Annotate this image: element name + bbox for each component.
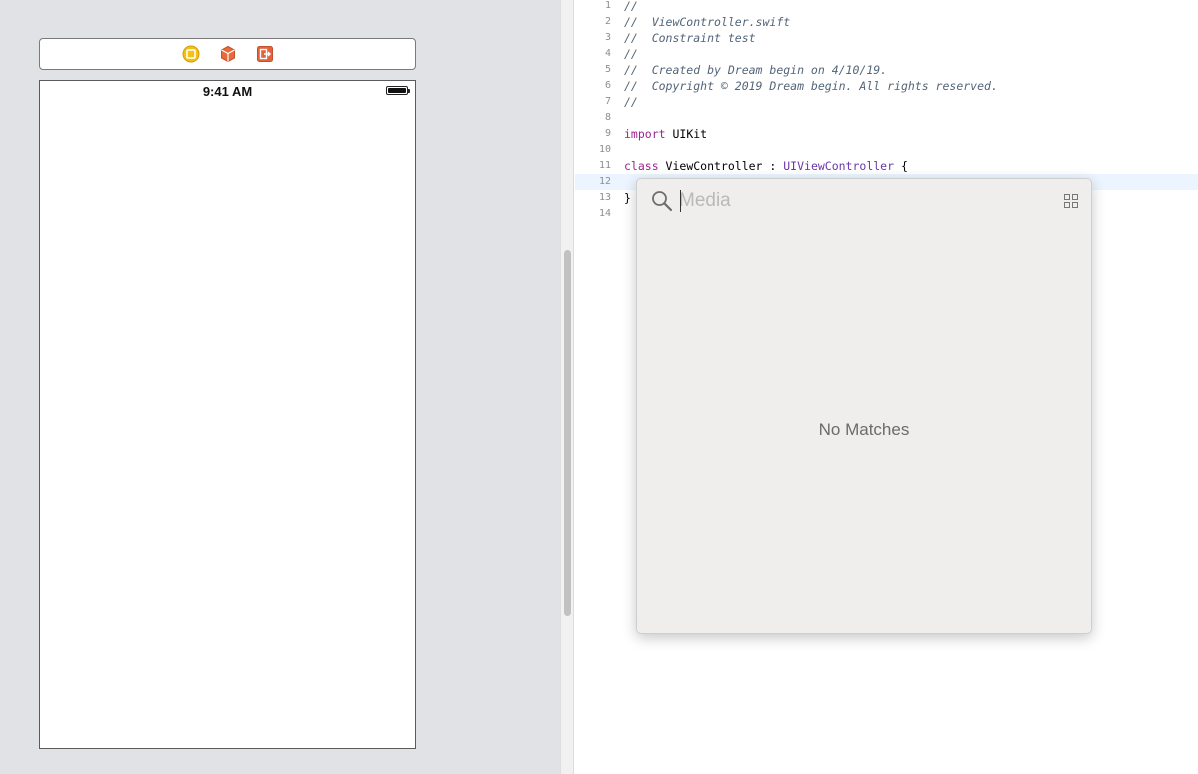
search-row — [637, 179, 1091, 223]
code-token-keyword: class — [624, 159, 659, 173]
media-library-popover: No Matches — [636, 178, 1092, 634]
code-text: // — [624, 46, 638, 62]
view-controller-icon[interactable] — [182, 45, 200, 63]
code-token-plain: ViewController : — [658, 159, 784, 173]
code-line[interactable]: 3 // Constraint test — [575, 30, 1198, 46]
line-number: 8 — [604, 112, 611, 123]
code-line[interactable]: 2 // ViewController.swift — [575, 14, 1198, 30]
line-number: 6 — [604, 80, 611, 91]
battery-icon — [386, 86, 410, 95]
canvas-scrollbar[interactable] — [560, 0, 574, 774]
line-number: 12 — [598, 176, 611, 187]
code-line[interactable]: 8 — [575, 110, 1198, 126]
code-token-comment: // ViewController.swift — [624, 15, 791, 29]
code-text: // Copyright © 2019 Dream begin. All rig… — [624, 78, 998, 94]
grid-view-icon[interactable] — [1064, 194, 1078, 208]
line-number: 13 — [598, 192, 611, 203]
code-token-comment: // — [624, 47, 638, 61]
code-token-keyword: import — [624, 127, 666, 141]
status-bar-time: 9:41 AM — [202, 84, 253, 99]
line-number: 4 — [604, 48, 611, 59]
code-token-plain: UIKit — [665, 127, 708, 141]
code-line[interactable]: 1 // — [575, 0, 1198, 14]
code-line[interactable]: 6 // Copyright © 2019 Dream begin. All ri… — [575, 78, 1198, 94]
code-text: // — [624, 94, 638, 110]
no-matches-message: No Matches — [818, 420, 910, 439]
code-token-plain: { — [894, 159, 908, 173]
line-number: 5 — [604, 64, 611, 75]
media-search-input[interactable] — [679, 187, 1039, 215]
code-text: import UIKit — [624, 126, 707, 142]
code-text: // Created by Dream begin on 4/10/19. — [624, 62, 887, 78]
code-line[interactable]: 7 // — [575, 94, 1198, 110]
code-token-plain: } — [624, 191, 631, 205]
code-text: class ViewController : UIViewController … — [624, 158, 908, 174]
code-text: // Constraint test — [624, 30, 756, 46]
code-text: // ViewController.swift — [624, 14, 790, 30]
exit-icon[interactable] — [256, 45, 274, 63]
text-caret — [680, 190, 681, 212]
code-token-comment: // — [624, 0, 638, 13]
code-line[interactable]: 10 — [575, 142, 1198, 158]
code-token-comment: // — [624, 95, 638, 109]
code-line[interactable]: 5 // Created by Dream begin on 4/10/19. — [575, 62, 1198, 78]
search-icon — [651, 190, 673, 212]
scene-dock — [39, 38, 416, 70]
code-text: } — [624, 190, 631, 206]
code-token-comment: // Copyright © 2019 Dream begin. All rig… — [624, 79, 998, 93]
first-responder-icon[interactable] — [219, 45, 237, 63]
line-number: 9 — [604, 128, 611, 139]
code-line[interactable]: 4 // — [575, 46, 1198, 62]
line-number: 14 — [598, 208, 611, 219]
storyboard-canvas[interactable]: 9:41 AM — [0, 0, 560, 774]
code-line[interactable]: 11 class ViewController : UIViewControlle… — [575, 158, 1198, 174]
line-number: 10 — [598, 144, 611, 155]
code-token-type: UIViewController — [783, 159, 895, 173]
code-token-comment: // Created by Dream begin on 4/10/19. — [624, 63, 888, 77]
code-token-comment: // Constraint test — [624, 31, 756, 45]
view-controller-scene[interactable]: 9:41 AM — [39, 80, 416, 749]
code-text: // — [624, 0, 638, 14]
line-number: 1 — [604, 0, 611, 11]
code-line[interactable]: 9 import UIKit — [575, 126, 1198, 142]
line-number: 3 — [604, 32, 611, 43]
line-number: 11 — [598, 160, 611, 171]
scrollbar-thumb[interactable] — [564, 250, 571, 616]
line-number: 7 — [604, 96, 611, 107]
line-number: 2 — [604, 16, 611, 27]
